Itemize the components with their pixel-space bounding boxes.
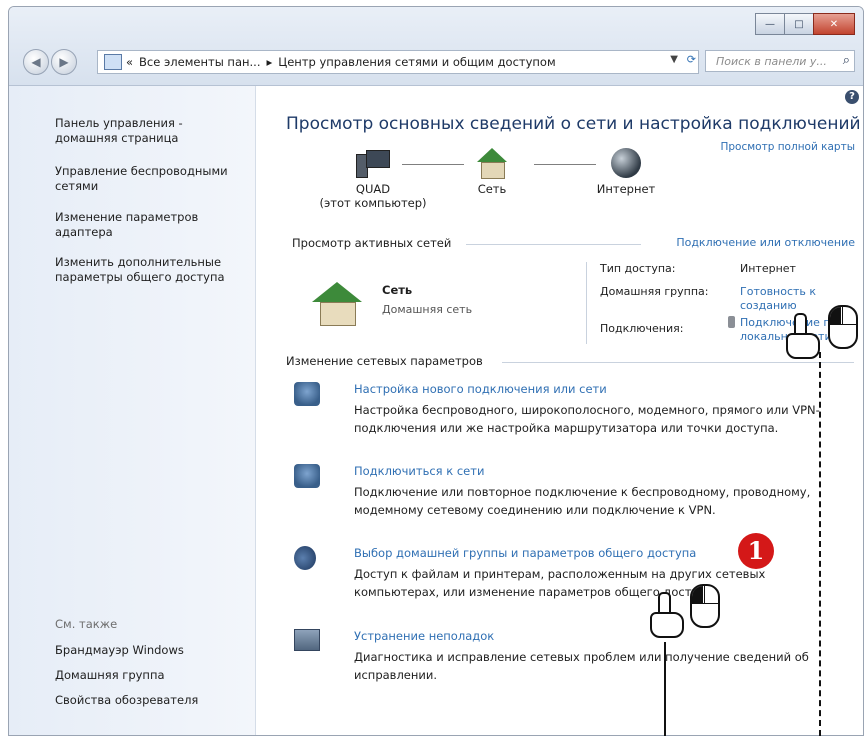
task-link[interactable]: Устранение неполадок bbox=[354, 629, 494, 643]
homegroup-link[interactable]: Готовность к созданию bbox=[740, 285, 830, 313]
task-connect-network: Подключиться к сети Подключение или повт… bbox=[294, 464, 854, 524]
see-also-internet-options[interactable]: Свойства обозревателя bbox=[55, 693, 245, 708]
forward-button[interactable]: ▶ bbox=[51, 49, 77, 75]
page-title: Просмотр основных сведений о сети и наст… bbox=[286, 114, 861, 134]
map-link-line bbox=[402, 164, 464, 165]
see-also-firewall[interactable]: Брандмауэр Windows bbox=[55, 643, 245, 658]
see-also-label: См. также bbox=[55, 617, 118, 631]
left-pane: Панель управления - домашняя страница Уп… bbox=[9, 86, 256, 735]
lan-connection-icon bbox=[728, 316, 735, 328]
internet-node-label: Интернет bbox=[596, 182, 656, 196]
close-button[interactable]: ✕ bbox=[813, 13, 855, 35]
sidebar-link-home[interactable]: Панель управления - домашняя страница bbox=[55, 116, 245, 146]
mouse-left-click-icon bbox=[828, 305, 858, 349]
back-arrow-icon: ◀ bbox=[31, 55, 41, 69]
sidebar-link-sharing[interactable]: Изменить дополнительные параметры общего… bbox=[55, 255, 245, 285]
hand-pointer-icon bbox=[648, 592, 684, 638]
forward-arrow-icon: ▶ bbox=[59, 55, 69, 69]
see-also-homegroup[interactable]: Домашняя группа bbox=[55, 668, 245, 683]
task-description: Настройка беспроводного, широкополосного… bbox=[354, 403, 820, 435]
task-new-connection: Настройка нового подключения или сети На… bbox=[294, 382, 854, 442]
homegroup-sharing-icon bbox=[294, 546, 316, 570]
connect-disconnect-link[interactable]: Подключение или отключение bbox=[676, 236, 855, 249]
troubleshoot-icon bbox=[294, 629, 320, 651]
task-link[interactable]: Подключиться к сети bbox=[354, 464, 484, 478]
search-placeholder: Поиск в панели у... bbox=[716, 54, 827, 68]
task-link[interactable]: Выбор домашней группы и параметров общег… bbox=[354, 546, 696, 560]
sidebar-link-adapter[interactable]: Изменение параметров адаптера bbox=[55, 210, 245, 240]
task-description: Подключение или повторное подключение к … bbox=[354, 485, 811, 517]
access-type-value: Интернет bbox=[740, 262, 796, 275]
search-input[interactable]: Поиск в панели у... ⌕ bbox=[705, 50, 855, 72]
task-link[interactable]: Настройка нового подключения или сети bbox=[354, 382, 607, 396]
map-node-computer: QUAD (этот компьютер) bbox=[318, 148, 428, 210]
map-node-network[interactable]: Сеть bbox=[464, 148, 520, 196]
address-prefix[interactable]: « bbox=[126, 55, 133, 69]
step-badge: 1 bbox=[738, 533, 774, 569]
address-dropdown-icon[interactable]: ▼ bbox=[670, 54, 678, 65]
new-connection-icon bbox=[294, 382, 320, 406]
hand-pointer-icon bbox=[784, 313, 820, 359]
computer-name: QUAD bbox=[355, 182, 391, 196]
pointer-guide-line bbox=[819, 352, 821, 736]
address-bar[interactable]: « Все элементы пан... ▸ Центр управления… bbox=[97, 50, 699, 74]
task-description: Диагностика и исправление сетевых пробле… bbox=[354, 650, 809, 682]
network-node-label: Сеть bbox=[477, 182, 507, 196]
computer-subtitle: (этот компьютер) bbox=[319, 196, 427, 210]
search-icon[interactable]: ⌕ bbox=[843, 53, 850, 68]
home-network-large-icon bbox=[312, 282, 362, 326]
minimize-button[interactable]: — bbox=[755, 13, 785, 35]
computer-icon bbox=[356, 148, 390, 178]
window-chrome: — □ ✕ ◀ ▶ « Все элементы пан... ▸ Центр … bbox=[9, 7, 863, 86]
back-button[interactable]: ◀ bbox=[23, 49, 49, 75]
control-panel-window: — □ ✕ ◀ ▶ « Все элементы пан... ▸ Центр … bbox=[8, 6, 864, 736]
breadcrumb-network-center[interactable]: Центр управления сетями и общим доступом bbox=[278, 55, 555, 69]
connect-network-icon bbox=[294, 464, 320, 488]
task-description: Доступ к файлам и принтерам, расположенн… bbox=[354, 567, 766, 599]
network-type-link[interactable]: Домашняя сеть bbox=[382, 303, 472, 316]
section-divider bbox=[466, 244, 641, 245]
nav-buttons: ◀ ▶ bbox=[23, 49, 79, 75]
home-network-icon bbox=[475, 148, 509, 179]
sidebar-link-wireless[interactable]: Управление беспроводными сетями bbox=[55, 164, 245, 194]
globe-icon bbox=[611, 148, 641, 178]
control-panel-icon bbox=[104, 54, 122, 70]
homegroup-label: Домашняя группа: bbox=[600, 285, 709, 298]
pointer-guide-line bbox=[664, 642, 666, 736]
breadcrumb-all-items[interactable]: Все элементы пан... bbox=[139, 55, 260, 69]
help-icon[interactable]: ? bbox=[845, 90, 859, 104]
network-name: Сеть bbox=[382, 283, 413, 297]
full-map-link[interactable]: Просмотр полной карты bbox=[720, 141, 855, 153]
window-controls: — □ ✕ bbox=[755, 13, 855, 35]
connections-label: Подключения: bbox=[600, 322, 684, 335]
main-pane: ? Просмотр основных сведений о сети и на… bbox=[256, 86, 863, 735]
mouse-left-click-icon bbox=[690, 584, 720, 628]
refresh-icon[interactable]: ⟳ bbox=[687, 53, 696, 66]
section-divider bbox=[586, 262, 587, 344]
active-networks-header: Просмотр активных сетей bbox=[292, 236, 452, 250]
maximize-button[interactable]: □ bbox=[784, 13, 814, 35]
breadcrumb-separator-icon[interactable]: ▸ bbox=[266, 55, 272, 69]
access-type-label: Тип доступа: bbox=[600, 262, 676, 275]
change-settings-header: Изменение сетевых параметров bbox=[286, 354, 483, 368]
map-node-internet[interactable]: Интернет bbox=[586, 148, 666, 196]
section-divider bbox=[502, 362, 854, 363]
task-troubleshoot: Устранение неполадок Диагностика и испра… bbox=[294, 629, 854, 689]
